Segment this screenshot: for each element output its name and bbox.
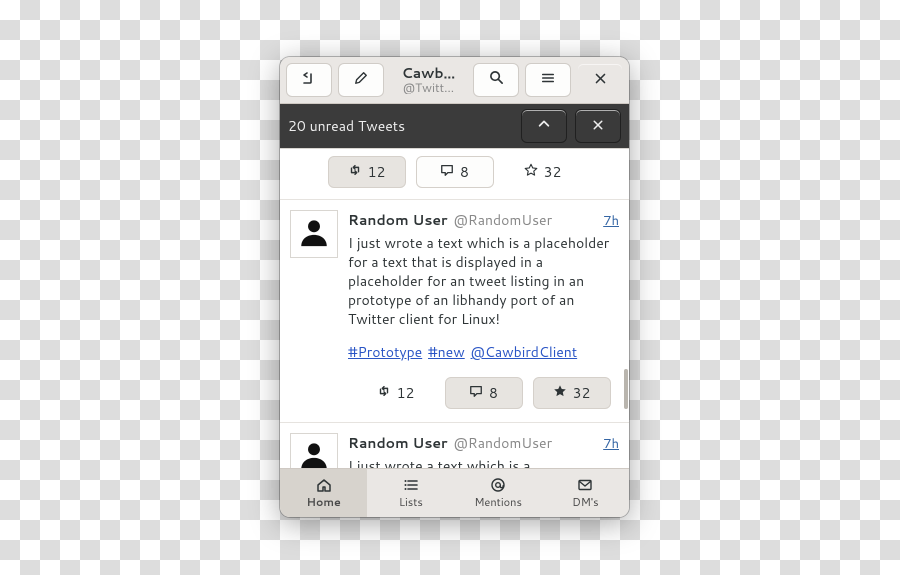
like-count: 32 — [573, 383, 591, 403]
search-button[interactable] — [473, 63, 519, 97]
like-button[interactable]: 32 — [504, 156, 582, 188]
nav-dms[interactable]: DM's — [542, 469, 629, 517]
star-icon — [524, 162, 538, 182]
tweet-item[interactable]: Random User @RandomUser 7h I just wrote … — [280, 423, 629, 468]
tweet-body: Random User @RandomUser 7h I just wrote … — [348, 433, 619, 468]
header-bar: Cawb… @Twitt… — [280, 57, 629, 104]
close-icon — [594, 70, 607, 90]
unread-banner-text: 20 unread Tweets — [288, 116, 513, 136]
nav-dms-label: DM's — [572, 494, 598, 510]
mention-link[interactable]: @CawbirdClient — [471, 342, 578, 362]
back-button[interactable] — [286, 63, 332, 97]
tweet-body: Random User @RandomUser 7h I just wrote … — [348, 210, 619, 422]
person-icon — [297, 215, 331, 254]
tweet-author-name: Random User — [348, 210, 448, 230]
tweet-timestamp[interactable]: 7h — [603, 212, 619, 230]
hashtag-link[interactable]: #new — [428, 342, 465, 362]
retweet-button[interactable]: 12 — [328, 156, 406, 188]
scrollbar-thumb[interactable] — [624, 369, 628, 409]
scroll-up-button[interactable] — [521, 109, 567, 143]
search-icon — [489, 70, 504, 90]
tweet-timestamp[interactable]: 7h — [603, 435, 619, 453]
tweet-text: I just wrote a text which is a placehold… — [348, 234, 619, 328]
tweet-text: I just wrote a text which is a — [348, 457, 619, 468]
bottom-nav: Home Lists Mentions DM's — [280, 468, 629, 517]
nav-mentions[interactable]: Mentions — [455, 469, 542, 517]
unread-banner: 20 unread Tweets — [280, 104, 629, 148]
quote-count: 8 — [460, 162, 469, 182]
home-icon — [316, 477, 332, 493]
retweet-icon — [348, 162, 362, 182]
nav-home[interactable]: Home — [280, 469, 367, 517]
hashtag-link[interactable]: #Prototype — [348, 342, 422, 362]
window-close-button[interactable] — [577, 63, 623, 97]
app-subtitle: @Twitt… — [390, 81, 467, 94]
nav-home-label: Home — [306, 494, 340, 510]
close-icon — [592, 116, 604, 136]
tweet-author-handle: @RandomUser — [454, 210, 553, 230]
tweet-actions-row: 12 8 32 — [348, 370, 619, 422]
retweet-count: 12 — [368, 162, 386, 182]
quote-icon — [440, 162, 454, 182]
person-icon — [297, 438, 331, 468]
tweet-header: Random User @RandomUser 7h — [348, 210, 619, 230]
quote-count: 8 — [489, 383, 498, 403]
like-count: 32 — [544, 162, 562, 182]
quote-icon — [469, 383, 483, 403]
nav-lists[interactable]: Lists — [367, 469, 454, 517]
timeline-content: 12 8 32 — [280, 148, 629, 468]
envelope-icon — [577, 477, 593, 493]
hamburger-icon — [541, 70, 555, 90]
compose-button[interactable] — [338, 63, 384, 97]
like-button[interactable]: 32 — [533, 377, 611, 409]
app-window: Cawb… @Twitt… 20 unread Tweets — [280, 57, 629, 517]
list-icon — [403, 477, 419, 493]
nav-lists-label: Lists — [399, 494, 423, 510]
dismiss-banner-button[interactable] — [575, 109, 621, 143]
quote-button[interactable]: 8 — [445, 377, 523, 409]
retweet-button[interactable]: 12 — [357, 377, 435, 409]
tweet-header: Random User @RandomUser 7h — [348, 433, 619, 453]
scrollbar[interactable] — [623, 159, 629, 458]
avatar — [290, 210, 338, 258]
chevron-up-icon — [537, 116, 551, 136]
retweet-icon — [377, 383, 391, 403]
tweet-author-handle: @RandomUser — [454, 433, 553, 453]
nav-mentions-label: Mentions — [474, 494, 522, 510]
menu-button[interactable] — [525, 63, 571, 97]
quote-button[interactable]: 8 — [416, 156, 494, 188]
pencil-icon — [354, 70, 368, 90]
retweet-count: 12 — [397, 383, 415, 403]
tweet-actions-row: 12 8 32 — [280, 149, 629, 200]
at-icon — [490, 477, 506, 493]
tweet-entities: #Prototype #new @CawbirdClient — [348, 342, 619, 362]
header-title: Cawb… @Twitt… — [390, 66, 467, 95]
tweet-author-name: Random User — [348, 433, 448, 453]
avatar — [290, 433, 338, 468]
star-icon — [553, 383, 567, 403]
back-icon — [301, 70, 317, 91]
tweet-item[interactable]: Random User @RandomUser 7h I just wrote … — [280, 200, 629, 423]
